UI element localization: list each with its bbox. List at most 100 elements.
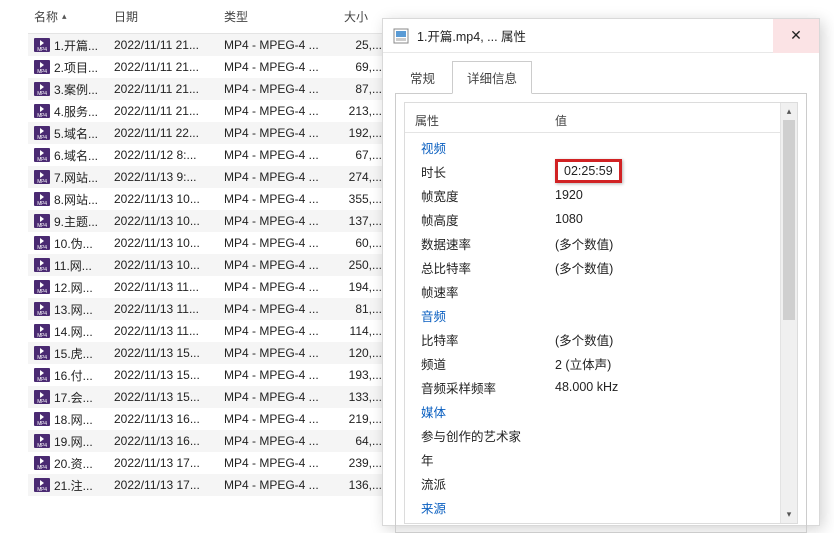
file-row[interactable]: 17.会...2022/11/13 15...MP4 - MPEG-4 ...1… [28,386,388,408]
file-row[interactable]: 5.域名...2022/11/11 22...MP4 - MPEG-4 ...1… [28,122,388,144]
file-row[interactable]: 15.虎...2022/11/13 15...MP4 - MPEG-4 ...1… [28,342,388,364]
mp4-file-icon [34,258,50,272]
file-name-text: 1.开篇... [54,37,98,54]
file-name-text: 2.项目... [54,59,98,76]
scroll-down-icon[interactable]: ▾ [781,506,797,523]
file-name-text: 21.注... [54,477,93,494]
file-name-text: 15.虎... [54,345,93,362]
dialog-titlebar[interactable]: 1.开篇.mp4, ... 属性 ✕ [383,19,819,53]
file-size-cell: 60,... [338,236,388,250]
file-size-cell: 193,... [338,368,388,382]
file-row[interactable]: 9.主题...2022/11/13 10...MP4 - MPEG-4 ...1… [28,210,388,232]
file-name-text: 4.服务... [54,103,98,120]
file-row[interactable]: 16.付...2022/11/13 15...MP4 - MPEG-4 ...1… [28,364,388,386]
section-label: 音频 [421,306,555,325]
mp4-file-icon [34,368,50,382]
property-row-samplerate[interactable]: 音频采样频率 48.000 kHz [405,375,797,399]
section-source: 来源 [405,495,797,519]
file-date-cell: 2022/11/13 17... [108,478,218,492]
file-row[interactable]: 1.开篇...2022/11/11 21...MP4 - MPEG-4 ...2… [28,34,388,56]
property-label: 比特率 [421,330,555,349]
file-row[interactable]: 10.伪...2022/11/13 10...MP4 - MPEG-4 ...6… [28,232,388,254]
file-row[interactable]: 3.案例...2022/11/11 21...MP4 - MPEG-4 ...8… [28,78,388,100]
file-name-text: 18.网... [54,411,93,428]
column-header-date[interactable]: 日期 [108,8,218,25]
property-label: 时长 [421,162,555,181]
file-row[interactable]: 7.网站...2022/11/13 9:...MP4 - MPEG-4 ...2… [28,166,388,188]
file-date-cell: 2022/11/13 15... [108,368,218,382]
file-row[interactable]: 6.域名...2022/11/12 8:...MP4 - MPEG-4 ...6… [28,144,388,166]
property-row-height[interactable]: 帧高度 1080 [405,207,797,231]
file-name-cell: 7.网站... [28,169,108,186]
property-row-audiobitrate[interactable]: 比特率 (多个数值) [405,327,797,351]
property-row-width[interactable]: 帧宽度 1920 [405,183,797,207]
file-name-cell: 18.网... [28,411,108,428]
mp4-file-icon [34,214,50,228]
property-value: (多个数值) [555,258,793,277]
file-date-cell: 2022/11/13 15... [108,390,218,404]
sort-ascending-icon: ▴ [62,11,67,22]
mp4-file-icon [34,148,50,162]
property-header-name[interactable]: 属性 [415,112,555,129]
file-type-cell: MP4 - MPEG-4 ... [218,412,338,426]
mp4-file-icon [34,104,50,118]
property-row-director[interactable]: 导演 [405,519,797,524]
property-row-duration[interactable]: 时长 02:25:59 [405,159,797,183]
file-row[interactable]: 2.项目...2022/11/11 21...MP4 - MPEG-4 ...6… [28,56,388,78]
file-row[interactable]: 19.网...2022/11/13 16...MP4 - MPEG-4 ...6… [28,430,388,452]
file-row[interactable]: 12.网...2022/11/13 11...MP4 - MPEG-4 ...1… [28,276,388,298]
mp4-file-icon [34,434,50,448]
property-label: 导演 [421,522,555,525]
file-row[interactable]: 21.注...2022/11/13 17...MP4 - MPEG-4 ...1… [28,474,388,496]
file-name-text: 13.网... [54,301,93,318]
properties-dialog: 1.开篇.mp4, ... 属性 ✕ 常规 详细信息 属性 值 视频 时长 02… [382,18,820,526]
property-label: 帧速率 [421,282,555,301]
tab-details[interactable]: 详细信息 [452,61,532,94]
file-type-cell: MP4 - MPEG-4 ... [218,82,338,96]
file-type-cell: MP4 - MPEG-4 ... [218,38,338,52]
file-date-cell: 2022/11/13 10... [108,214,218,228]
property-row-framerate[interactable]: 帧速率 [405,279,797,303]
file-type-cell: MP4 - MPEG-4 ... [218,236,338,250]
scrollbar-thumb[interactable] [783,120,795,320]
property-row-datarate[interactable]: 数据速率 (多个数值) [405,231,797,255]
close-button[interactable]: ✕ [773,19,819,53]
file-name-text: 3.案例... [54,81,98,98]
file-name-cell: 17.会... [28,389,108,406]
file-row[interactable]: 8.网站...2022/11/13 10...MP4 - MPEG-4 ...3… [28,188,388,210]
file-size-cell: 133,... [338,390,388,404]
file-size-cell: 274,... [338,170,388,184]
property-row-year[interactable]: 年 [405,447,797,471]
mp4-file-icon [34,280,50,294]
property-label: 年 [421,450,555,469]
file-name-text: 7.网站... [54,169,98,186]
column-label: 类型 [224,8,248,25]
mp4-file-icon [34,478,50,492]
scroll-up-icon[interactable]: ▴ [781,103,797,120]
file-row[interactable]: 11.网...2022/11/13 10...MP4 - MPEG-4 ...2… [28,254,388,276]
vertical-scrollbar[interactable]: ▴ ▾ [780,103,797,523]
property-row-genre[interactable]: 流派 [405,471,797,495]
file-name-cell: 4.服务... [28,103,108,120]
property-row-channels[interactable]: 频道 2 (立体声) [405,351,797,375]
dialog-body: 属性 值 视频 时长 02:25:59 帧宽度 1920 帧高度 1080 [395,93,807,533]
property-row-artist[interactable]: 参与创作的艺术家 [405,423,797,447]
file-name-text: 10.伪... [54,235,93,252]
column-header-name[interactable]: 名称 ▴ [28,8,108,25]
file-name-cell: 8.网站... [28,191,108,208]
column-header-type[interactable]: 类型 [218,8,338,25]
property-value: 48.000 kHz [555,380,793,394]
file-date-cell: 2022/11/11 21... [108,104,218,118]
file-name-cell: 9.主题... [28,213,108,230]
column-header-size[interactable]: 大小 [338,8,388,25]
file-row[interactable]: 14.网...2022/11/13 11...MP4 - MPEG-4 ...1… [28,320,388,342]
file-name-text: 6.域名... [54,147,98,164]
file-row[interactable]: 4.服务...2022/11/11 21...MP4 - MPEG-4 ...2… [28,100,388,122]
file-row[interactable]: 18.网...2022/11/13 16...MP4 - MPEG-4 ...2… [28,408,388,430]
file-row[interactable]: 13.网...2022/11/13 11...MP4 - MPEG-4 ...8… [28,298,388,320]
property-header-value[interactable]: 值 [555,112,793,129]
tab-general[interactable]: 常规 [395,61,450,94]
property-row-totalbitrate[interactable]: 总比特率 (多个数值) [405,255,797,279]
file-row[interactable]: 20.资...2022/11/13 17...MP4 - MPEG-4 ...2… [28,452,388,474]
file-date-cell: 2022/11/11 21... [108,82,218,96]
